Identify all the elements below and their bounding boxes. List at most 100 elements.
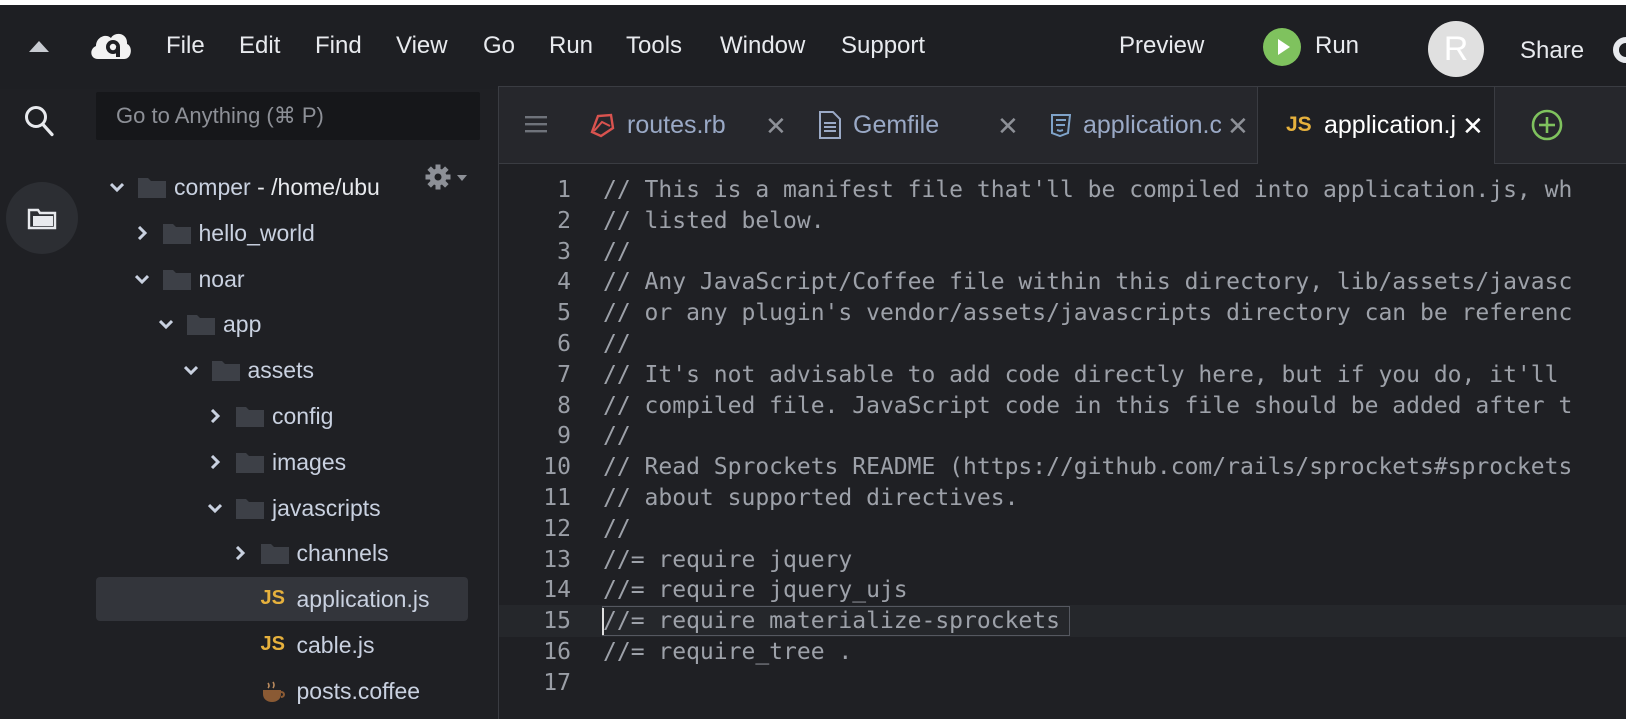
close-tab-icon[interactable]: ✕ <box>765 111 787 142</box>
tab-application-j[interactable]: JS application.j ✕ <box>1257 87 1495 164</box>
tree-item-name: channels <box>296 540 389 567</box>
code-line[interactable]: 10 // Read Sprockets README (https://gith… <box>499 451 1626 483</box>
chevron-right-icon[interactable] <box>208 454 222 469</box>
run-button[interactable]: Run <box>1315 32 1359 60</box>
code-text: // <box>603 423 631 450</box>
line-number: 1 <box>557 177 571 203</box>
tree-item-name: javascripts <box>272 494 381 521</box>
code-line[interactable]: 5 // or any plugin's vendor/assets/javasc… <box>499 297 1626 329</box>
close-tab-icon[interactable]: ✕ <box>997 111 1019 142</box>
line-number: 8 <box>557 392 571 419</box>
environment-panel-button[interactable] <box>6 182 78 254</box>
tree-item-label: javascripts <box>272 495 381 522</box>
tree-item-label: config <box>272 403 333 430</box>
tab-bar: routes.rb ✕ Gemfile ✕ application.c ✕ JS applic… <box>499 87 1626 164</box>
chevron-down-icon[interactable] <box>159 317 173 331</box>
code-line[interactable]: 6 // <box>499 328 1626 360</box>
menu-file[interactable]: File <box>166 32 205 60</box>
menu-window[interactable]: Window <box>720 32 805 60</box>
tabs-menu-icon[interactable] <box>525 115 547 133</box>
tree-row-app[interactable]: app <box>96 302 468 346</box>
menu-edit[interactable]: Edit <box>239 32 280 60</box>
menu-support[interactable]: Support <box>841 32 925 60</box>
settings-gear-icon[interactable] <box>1612 35 1626 65</box>
file-icon <box>819 111 841 139</box>
code-line[interactable]: 11 // about supported directives. <box>499 482 1626 514</box>
tree-row-assets[interactable]: assets <box>96 348 468 392</box>
tree-row-javascripts[interactable]: javascripts <box>96 486 468 530</box>
chevron-down-icon[interactable] <box>208 501 222 515</box>
line-number: 17 <box>543 669 571 696</box>
tab-label: routes.rb <box>627 111 726 139</box>
line-number: 7 <box>557 361 571 388</box>
menu-view[interactable]: View <box>396 32 448 60</box>
code-line[interactable]: 4 // Any JavaScript/Coffee file within th… <box>499 266 1626 298</box>
line-number: 13 <box>543 546 571 573</box>
line-number: 3 <box>557 238 571 265</box>
code-line[interactable]: 2 // listed below. <box>499 205 1626 237</box>
line-number: 12 <box>543 515 571 542</box>
tree-row-config[interactable]: config <box>96 394 468 438</box>
menu-run[interactable]: Run <box>549 32 593 60</box>
code-line[interactable]: 14 //= require jquery_ujs <box>499 574 1626 606</box>
tab-routes-rb[interactable]: routes.rb ✕ <box>579 87 807 163</box>
editor-pane: routes.rb ✕ Gemfile ✕ application.c ✕ JS applic… <box>498 86 1626 719</box>
tree-row-cable-js[interactable]: JS cable.js <box>96 623 468 667</box>
search-icon[interactable] <box>24 105 54 137</box>
close-tab-icon[interactable]: ✕ <box>1462 111 1484 142</box>
code-line[interactable]: 16 //= require_tree . <box>499 636 1626 668</box>
tree-row-channels[interactable]: channels <box>96 531 468 575</box>
folder-icon <box>236 407 264 427</box>
code-line[interactable]: 15 //= require materialize-sprockets <box>499 605 1626 638</box>
cloud9-logo-icon[interactable] <box>88 27 132 65</box>
line-number: 4 <box>557 269 571 296</box>
close-tab-icon[interactable]: ✕ <box>1227 111 1249 142</box>
tree-row-noar[interactable]: noar <box>96 257 468 301</box>
collapse-menu-icon[interactable] <box>28 39 50 53</box>
run-icon[interactable] <box>1263 28 1301 66</box>
folder-icon <box>162 269 191 290</box>
code-text: // It's not advisable to add code direct… <box>603 361 1559 388</box>
code-line[interactable]: 7 // It's not advisable to add code direc… <box>499 359 1626 391</box>
code-line[interactable]: 17 <box>499 667 1626 699</box>
tree-row-hello-world[interactable]: hello_world <box>96 211 468 255</box>
chevron-right-icon[interactable] <box>233 546 247 561</box>
add-tab-icon[interactable] <box>1531 109 1563 141</box>
code-line[interactable]: 3 // <box>499 236 1626 268</box>
text-cursor <box>602 608 604 636</box>
chevron-down-icon[interactable] <box>134 272 149 286</box>
code-line[interactable]: 12 // <box>499 513 1626 545</box>
avatar[interactable]: R <box>1428 21 1484 77</box>
share-button[interactable]: Share <box>1520 37 1584 65</box>
folder-stack-icon <box>27 208 57 230</box>
line-number: 16 <box>543 639 571 665</box>
tree-row-application-js[interactable]: JS application.js <box>96 577 468 622</box>
menu-go[interactable]: Go <box>483 32 515 60</box>
menu-find[interactable]: Find <box>315 32 362 60</box>
code-editor[interactable]: 1 // This is a manifest file that'll be c… <box>499 164 1626 719</box>
preview-button[interactable]: Preview <box>1119 32 1204 60</box>
code-text: // compiled file. JavaScript code in thi… <box>603 392 1573 419</box>
go-to-anything-input[interactable] <box>96 92 480 140</box>
code-line[interactable]: 9 // <box>499 420 1626 452</box>
tree-item-label: images <box>272 449 346 476</box>
tab-application-c[interactable]: application.c ✕ <box>1037 87 1257 163</box>
code-text: //= require_tree . <box>603 639 853 665</box>
tab-label: application.c <box>1083 111 1221 139</box>
code-line[interactable]: 1 // This is a manifest file that'll be c… <box>499 174 1626 206</box>
tree-item-name: hello_world <box>198 219 315 246</box>
chevron-down-icon[interactable] <box>110 180 124 194</box>
tree-row-comper[interactable]: comper - /home/ubu <box>96 170 468 209</box>
tree-row-images[interactable]: images <box>96 440 468 484</box>
code-line[interactable]: 8 // compiled file. JavaScript code in th… <box>499 390 1626 422</box>
chevron-right-icon[interactable] <box>208 409 222 423</box>
chevron-right-icon[interactable] <box>135 225 149 240</box>
go-to-anything-search[interactable] <box>96 92 480 140</box>
folder-icon <box>138 178 166 198</box>
tree-row-posts-coffee[interactable]: posts.coffee <box>96 669 468 713</box>
folder-icon <box>236 452 264 473</box>
code-line[interactable]: 13 //= require jquery <box>499 544 1626 576</box>
tab-gemfile[interactable]: Gemfile ✕ <box>807 87 1037 163</box>
menu-tools[interactable]: Tools <box>626 32 682 60</box>
chevron-down-icon[interactable] <box>183 363 198 377</box>
